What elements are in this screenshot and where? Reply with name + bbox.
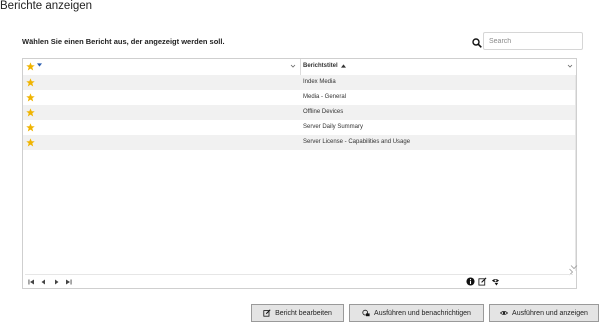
report-title[interactable]: Media - General [303,94,346,100]
search-icon[interactable] [472,38,482,48]
run-and-notify-button[interactable]: Ausführen und benachrichtigen [349,304,484,322]
column-divider[interactable] [300,59,301,75]
next-page-icon[interactable] [53,279,60,285]
edit-icon [263,309,271,317]
report-title[interactable]: Offline Devices [303,109,343,115]
column-header-title[interactable]: Berichtstitel [303,63,338,69]
favorite-column-menu-icon[interactable] [290,63,296,69]
edit-report-button[interactable]: Bericht bearbeiten [251,304,344,322]
run-and-notify-label: Ausführen und benachrichtigen [374,309,471,317]
favorite-star-icon[interactable] [26,138,35,147]
table-row[interactable]: Offline Devices [23,105,576,120]
instruction-text: Wählen Sie einen Bericht aus, der angeze… [22,37,225,46]
grid-header: Berichtstitel [23,59,576,76]
table-row[interactable]: Index Media [23,75,576,90]
notify-icon [362,309,370,317]
edit-report-label: Bericht bearbeiten [275,309,332,317]
sort-ascending-icon [341,64,346,68]
grid-body: Index Media Media - General Offline Devi… [23,75,576,150]
report-title[interactable]: Server Daily Summary [303,124,363,130]
title-column-menu-icon[interactable] [567,63,573,69]
favorite-star-icon[interactable] [26,123,35,132]
vertical-scroll-track[interactable] [575,75,576,271]
favorite-star-icon[interactable] [26,93,35,102]
previous-page-icon[interactable] [40,279,47,285]
report-title[interactable]: Index Media [303,79,336,85]
last-page-icon[interactable] [65,279,72,285]
report-title[interactable]: Server License - Capabilities and Usage [303,139,410,145]
run-and-view-label: Ausführen und anzeigen [512,309,588,317]
info-icon[interactable] [466,277,475,286]
run-and-view-button[interactable]: Ausführen und anzeigen [489,304,599,322]
favorite-column-star-icon[interactable] [26,62,35,71]
grid-footer [23,276,576,288]
eye-icon [500,311,509,315]
table-row[interactable]: Media - General [23,90,576,105]
favorite-star-icon[interactable] [26,78,35,87]
table-row[interactable]: Server Daily Summary [23,120,576,135]
report-grid: Berichtstitel Index Media Media - Genera… [22,58,578,289]
first-page-icon[interactable] [28,279,35,285]
table-row[interactable]: Server License - Capabilities and Usage [23,135,576,150]
favorite-sort-caret-icon[interactable] [37,63,42,67]
page-title: Berichte anzeigen [0,0,93,12]
edit-icon[interactable] [478,277,487,286]
search-input[interactable] [483,32,583,50]
favorite-star-icon[interactable] [26,108,35,117]
horizontal-scrollbar[interactable] [25,274,573,275]
run-view-icon[interactable] [491,277,500,286]
